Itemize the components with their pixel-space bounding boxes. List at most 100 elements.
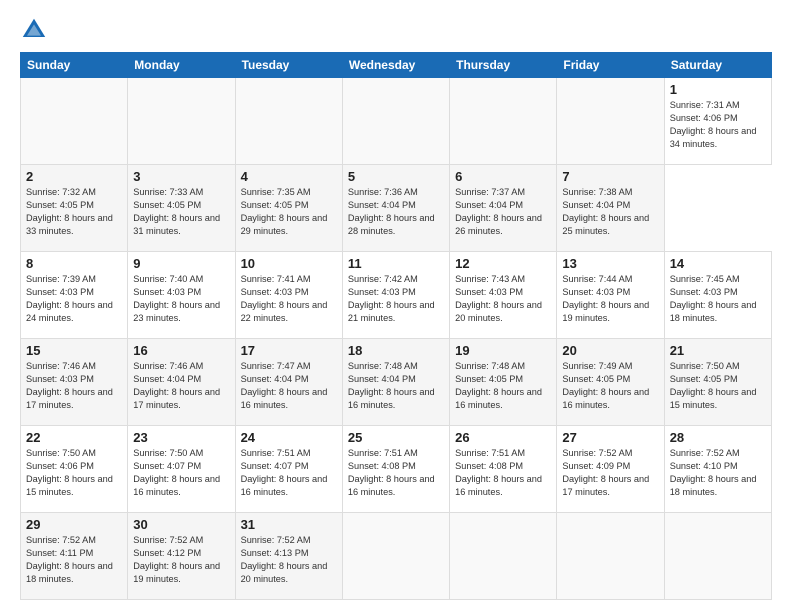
day-number: 24 bbox=[241, 430, 337, 445]
day-number: 28 bbox=[670, 430, 766, 445]
day-info: Sunrise: 7:35 AMSunset: 4:05 PMDaylight:… bbox=[241, 187, 328, 236]
day-cell-13: 13Sunrise: 7:44 AMSunset: 4:03 PMDayligh… bbox=[557, 252, 664, 339]
day-number: 11 bbox=[348, 256, 444, 271]
empty-cell bbox=[450, 513, 557, 600]
day-number: 5 bbox=[348, 169, 444, 184]
empty-cell bbox=[21, 78, 128, 165]
empty-cell bbox=[557, 513, 664, 600]
day-number: 9 bbox=[133, 256, 229, 271]
day-number: 29 bbox=[26, 517, 122, 532]
day-cell-27: 27 Sunrise: 7:52 AMSunset: 4:09 PMDayligh… bbox=[557, 426, 664, 513]
day-number: 15 bbox=[26, 343, 122, 358]
page: SundayMondayTuesdayWednesdayThursdayFrid… bbox=[0, 0, 792, 612]
day-number: 16 bbox=[133, 343, 229, 358]
day-cell-20: 20Sunrise: 7:49 AMSunset: 4:05 PMDayligh… bbox=[557, 339, 664, 426]
day-cell-6: 6 Sunrise: 7:37 AMSunset: 4:04 PMDaylight… bbox=[450, 165, 557, 252]
logo bbox=[20, 16, 52, 44]
header bbox=[20, 16, 772, 44]
week-row-1: 1Sunrise: 7:31 AMSunset: 4:06 PMDaylight… bbox=[21, 78, 772, 165]
empty-cell bbox=[450, 78, 557, 165]
day-info: Sunrise: 7:48 AMSunset: 4:05 PMDaylight:… bbox=[455, 361, 542, 410]
day-info: Sunrise: 7:51 AMSunset: 4:08 PMDaylight:… bbox=[455, 448, 542, 497]
day-number: 20 bbox=[562, 343, 658, 358]
day-cell-28: 28 Sunrise: 7:52 AMSunset: 4:10 PMDayligh… bbox=[664, 426, 771, 513]
day-number: 8 bbox=[26, 256, 122, 271]
day-header-tuesday: Tuesday bbox=[235, 53, 342, 78]
calendar-body: 1Sunrise: 7:31 AMSunset: 4:06 PMDaylight… bbox=[21, 78, 772, 600]
day-info: Sunrise: 7:40 AMSunset: 4:03 PMDaylight:… bbox=[133, 274, 220, 323]
day-info: Sunrise: 7:52 AMSunset: 4:13 PMDaylight:… bbox=[241, 535, 328, 584]
day-cell-5: 5 Sunrise: 7:36 AMSunset: 4:04 PMDaylight… bbox=[342, 165, 449, 252]
day-cell-10: 10Sunrise: 7:41 AMSunset: 4:03 PMDayligh… bbox=[235, 252, 342, 339]
day-number: 25 bbox=[348, 430, 444, 445]
day-number: 30 bbox=[133, 517, 229, 532]
day-info: Sunrise: 7:52 AMSunset: 4:12 PMDaylight:… bbox=[133, 535, 220, 584]
day-cell-9: 9 Sunrise: 7:40 AMSunset: 4:03 PMDaylight… bbox=[128, 252, 235, 339]
day-number: 27 bbox=[562, 430, 658, 445]
empty-cell bbox=[664, 513, 771, 600]
day-info: Sunrise: 7:51 AMSunset: 4:08 PMDaylight:… bbox=[348, 448, 435, 497]
week-row-3: 8Sunrise: 7:39 AMSunset: 4:03 PMDaylight… bbox=[21, 252, 772, 339]
calendar-table: SundayMondayTuesdayWednesdayThursdayFrid… bbox=[20, 52, 772, 600]
empty-cell bbox=[128, 78, 235, 165]
logo-icon bbox=[20, 16, 48, 44]
day-header-friday: Friday bbox=[557, 53, 664, 78]
day-number: 22 bbox=[26, 430, 122, 445]
day-info: Sunrise: 7:33 AMSunset: 4:05 PMDaylight:… bbox=[133, 187, 220, 236]
day-cell-8: 8Sunrise: 7:39 AMSunset: 4:03 PMDaylight… bbox=[21, 252, 128, 339]
day-header-thursday: Thursday bbox=[450, 53, 557, 78]
day-info: Sunrise: 7:52 AMSunset: 4:09 PMDaylight:… bbox=[562, 448, 649, 497]
day-number: 14 bbox=[670, 256, 766, 271]
day-cell-17: 17 Sunrise: 7:47 AMSunset: 4:04 PMDayligh… bbox=[235, 339, 342, 426]
day-header-monday: Monday bbox=[128, 53, 235, 78]
day-info: Sunrise: 7:52 AMSunset: 4:11 PMDaylight:… bbox=[26, 535, 113, 584]
day-info: Sunrise: 7:37 AMSunset: 4:04 PMDaylight:… bbox=[455, 187, 542, 236]
day-cell-22: 22 Sunrise: 7:50 AMSunset: 4:06 PMDayligh… bbox=[21, 426, 128, 513]
day-info: Sunrise: 7:46 AMSunset: 4:03 PMDaylight:… bbox=[26, 361, 113, 410]
day-cell-19: 19Sunrise: 7:48 AMSunset: 4:05 PMDayligh… bbox=[450, 339, 557, 426]
day-cell-25: 25 Sunrise: 7:51 AMSunset: 4:08 PMDayligh… bbox=[342, 426, 449, 513]
day-info: Sunrise: 7:50 AMSunset: 4:05 PMDaylight:… bbox=[670, 361, 757, 410]
day-cell-14: 14 Sunrise: 7:45 AMSunset: 4:03 PMDayligh… bbox=[664, 252, 771, 339]
day-info: Sunrise: 7:45 AMSunset: 4:03 PMDaylight:… bbox=[670, 274, 757, 323]
day-info: Sunrise: 7:52 AMSunset: 4:10 PMDaylight:… bbox=[670, 448, 757, 497]
day-cell-16: 16 Sunrise: 7:46 AMSunset: 4:04 PMDayligh… bbox=[128, 339, 235, 426]
day-number: 10 bbox=[241, 256, 337, 271]
day-header-wednesday: Wednesday bbox=[342, 53, 449, 78]
day-info: Sunrise: 7:50 AMSunset: 4:07 PMDaylight:… bbox=[133, 448, 220, 497]
empty-cell bbox=[235, 78, 342, 165]
empty-cell bbox=[342, 78, 449, 165]
day-number: 7 bbox=[562, 169, 658, 184]
day-number: 21 bbox=[670, 343, 766, 358]
day-cell-3: 3Sunrise: 7:33 AMSunset: 4:05 PMDaylight… bbox=[128, 165, 235, 252]
empty-cell bbox=[342, 513, 449, 600]
day-info: Sunrise: 7:48 AMSunset: 4:04 PMDaylight:… bbox=[348, 361, 435, 410]
week-row-2: 2Sunrise: 7:32 AMSunset: 4:05 PMDaylight… bbox=[21, 165, 772, 252]
day-info: Sunrise: 7:51 AMSunset: 4:07 PMDaylight:… bbox=[241, 448, 328, 497]
day-cell-2: 2Sunrise: 7:32 AMSunset: 4:05 PMDaylight… bbox=[21, 165, 128, 252]
day-cell-4: 4Sunrise: 7:35 AMSunset: 4:05 PMDaylight… bbox=[235, 165, 342, 252]
day-cell-24: 24 Sunrise: 7:51 AMSunset: 4:07 PMDayligh… bbox=[235, 426, 342, 513]
day-cell-15: 15 Sunrise: 7:46 AMSunset: 4:03 PMDayligh… bbox=[21, 339, 128, 426]
day-cell-30: 30 Sunrise: 7:52 AMSunset: 4:12 PMDayligh… bbox=[128, 513, 235, 600]
day-info: Sunrise: 7:44 AMSunset: 4:03 PMDaylight:… bbox=[562, 274, 649, 323]
day-info: Sunrise: 7:42 AMSunset: 4:03 PMDaylight:… bbox=[348, 274, 435, 323]
day-number: 31 bbox=[241, 517, 337, 532]
day-info: Sunrise: 7:50 AMSunset: 4:06 PMDaylight:… bbox=[26, 448, 113, 497]
week-row-6: 29 Sunrise: 7:52 AMSunset: 4:11 PMDayligh… bbox=[21, 513, 772, 600]
day-header-saturday: Saturday bbox=[664, 53, 771, 78]
day-number: 17 bbox=[241, 343, 337, 358]
day-cell-18: 18 Sunrise: 7:48 AMSunset: 4:04 PMDayligh… bbox=[342, 339, 449, 426]
day-number: 6 bbox=[455, 169, 551, 184]
day-info: Sunrise: 7:43 AMSunset: 4:03 PMDaylight:… bbox=[455, 274, 542, 323]
week-row-4: 15 Sunrise: 7:46 AMSunset: 4:03 PMDayligh… bbox=[21, 339, 772, 426]
day-number: 23 bbox=[133, 430, 229, 445]
day-number: 18 bbox=[348, 343, 444, 358]
day-number: 2 bbox=[26, 169, 122, 184]
day-number: 12 bbox=[455, 256, 551, 271]
day-cell-29: 29 Sunrise: 7:52 AMSunset: 4:11 PMDayligh… bbox=[21, 513, 128, 600]
day-info: Sunrise: 7:47 AMSunset: 4:04 PMDaylight:… bbox=[241, 361, 328, 410]
day-info: Sunrise: 7:46 AMSunset: 4:04 PMDaylight:… bbox=[133, 361, 220, 410]
days-header-row: SundayMondayTuesdayWednesdayThursdayFrid… bbox=[21, 53, 772, 78]
day-info: Sunrise: 7:36 AMSunset: 4:04 PMDaylight:… bbox=[348, 187, 435, 236]
